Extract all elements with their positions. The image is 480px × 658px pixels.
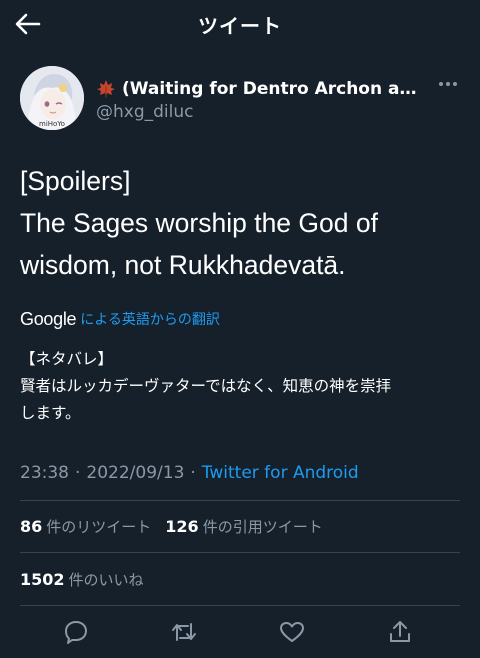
retweet-label[interactable]: 件のリツイート: [46, 516, 151, 537]
more-horizontal-icon: [439, 82, 457, 86]
maple-leaf-icon: [97, 80, 115, 98]
translated-text: 【ネタバレ】 賢者はルッカデーヴァターではなく、知恵の神を崇拝 します。: [20, 346, 460, 427]
retweet-icon: [172, 623, 196, 641]
page-title: ツイート: [198, 14, 282, 38]
translation-source-link[interactable]: による英語からの翻訳: [80, 309, 220, 329]
like-stats: 1502 件のいいね: [20, 565, 144, 593]
tweet-date: 2022/09/13: [86, 463, 185, 483]
heart-icon: [280, 622, 304, 642]
share-button[interactable]: [386, 618, 414, 646]
avatar-label: miHoYo: [39, 120, 65, 128]
quote-count[interactable]: 126: [165, 517, 198, 536]
translation-attribution: Google による英語からの翻訳: [20, 307, 220, 331]
tweet-source-link[interactable]: Twitter for Android: [202, 463, 359, 483]
translated-line: します。: [20, 404, 81, 422]
tweet-actions: [20, 612, 460, 652]
reply-icon: [65, 621, 87, 644]
tweet-line: [Spoilers]: [20, 166, 131, 196]
share-icon: [390, 621, 410, 642]
like-button[interactable]: [278, 618, 306, 646]
tweet-author: miHoYo (Waiting for Dentro Archon and...…: [20, 66, 460, 130]
avatar[interactable]: miHoYo: [20, 66, 84, 130]
meta-separator: ·: [190, 463, 196, 483]
divider: [20, 552, 460, 553]
tweet-line: wisdom, not Rukkhadevatā.: [20, 250, 346, 280]
divider: [20, 500, 460, 501]
quote-label[interactable]: 件の引用ツイート: [203, 516, 323, 537]
like-count[interactable]: 1502: [20, 570, 65, 589]
like-label[interactable]: 件のいいね: [69, 569, 144, 590]
tweet-meta: 23:38 · 2022/09/13 · Twitter for Android: [20, 460, 359, 486]
retweet-quote-stats: 86 件のリツイート 126 件の引用ツイート: [20, 512, 323, 540]
retweet-count[interactable]: 86: [20, 517, 42, 536]
retweet-button[interactable]: [170, 618, 198, 646]
translated-line: 賢者はルッカデーヴァターではなく、知恵の神を崇拝: [20, 377, 392, 395]
tweet-time: 23:38: [20, 463, 69, 483]
user-handle[interactable]: @hxg_diluc: [96, 102, 193, 122]
tweet-line: The Sages worship the God of: [20, 208, 378, 238]
display-name: (Waiting for Dentro Archon and...: [122, 79, 426, 99]
reply-button[interactable]: [62, 618, 90, 646]
divider: [20, 605, 460, 606]
meta-separator: ·: [75, 463, 81, 483]
top-bar: ツイート: [0, 0, 480, 48]
tweet-text: [Spoilers] The Sages worship the God of …: [20, 160, 460, 286]
translated-line: 【ネタバレ】: [20, 350, 114, 368]
display-name-row[interactable]: (Waiting for Dentro Archon and...: [96, 76, 426, 102]
google-logo: Google: [20, 308, 77, 329]
more-options-button[interactable]: [436, 74, 460, 94]
